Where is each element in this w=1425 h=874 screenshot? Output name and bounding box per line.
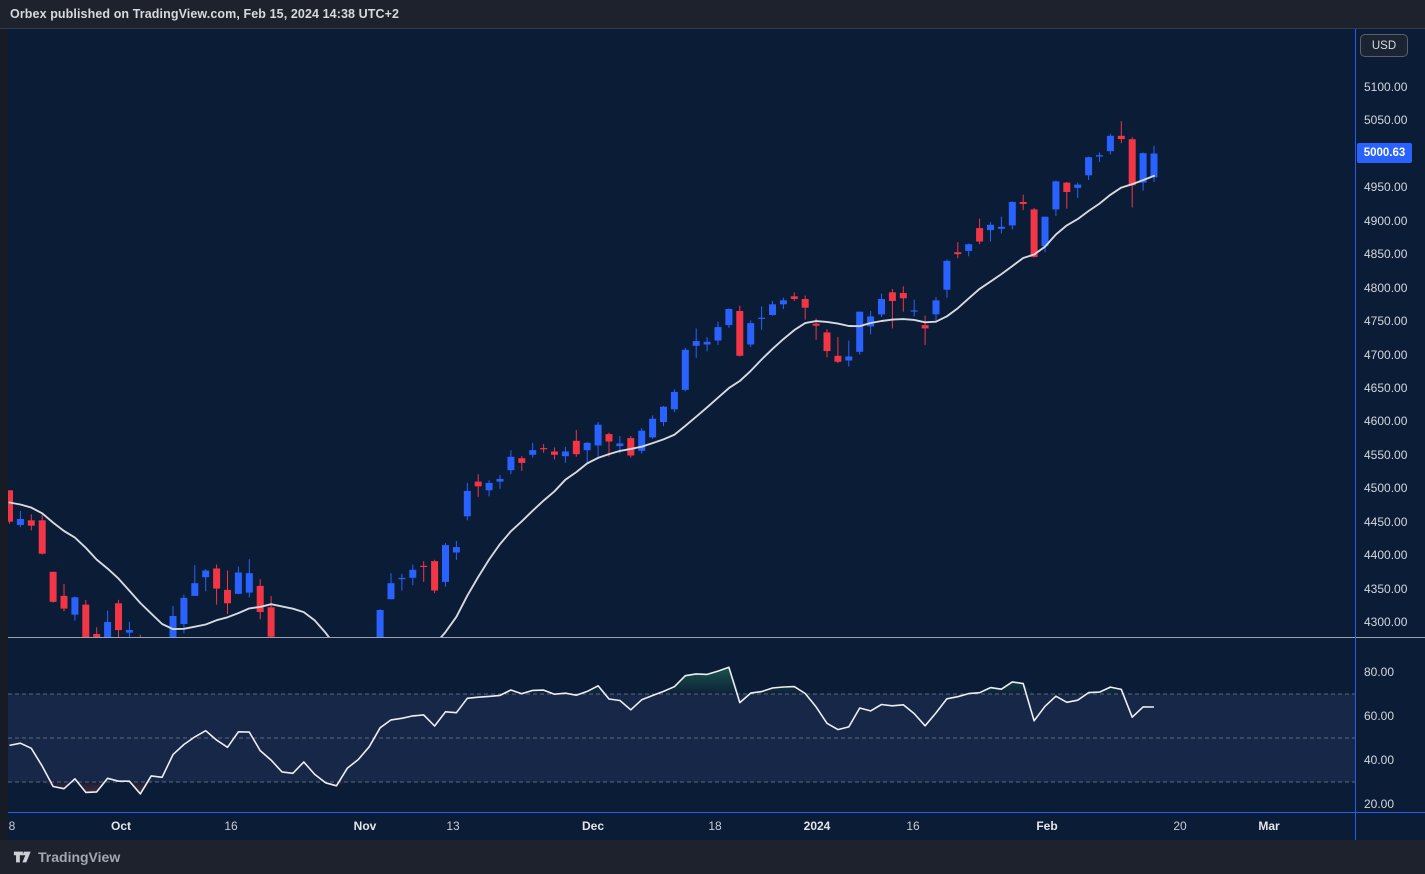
rsi-tick-label: 20.00 [1364,797,1394,811]
price-tick-label: 4450.00 [1364,515,1407,529]
rsi-overbought-fill [10,667,1155,694]
rsi-tick-label: 80.00 [1364,665,1394,679]
price-tick-label: 4650.00 [1364,381,1407,395]
time-tick-label: 13 [446,812,459,841]
footer-bar: TradingView [0,840,1425,874]
chart-area[interactable]: 5100.00 5050.00 4950.00 4900.00 4850.00 4800.… [0,28,1425,840]
price-tick-label: 5050.00 [1364,113,1407,127]
attribution-text: Orbex published on TradingView.com, Feb … [10,7,399,21]
time-tick-label: Feb [1036,812,1057,841]
currency-button[interactable]: USD [1360,34,1408,57]
last-price-badge: 5000.63 [1357,143,1412,163]
attribution-bar: Orbex published on TradingView.com, Feb … [0,0,1425,28]
price-tick-label: 4300.00 [1364,615,1407,629]
price-tick-label: 5100.00 [1364,80,1407,94]
price-tick-label: 4950.00 [1364,180,1407,194]
time-tick-label: Mar [1258,812,1279,841]
price-tick-label: 4500.00 [1364,481,1407,495]
tradingview-logo-icon[interactable] [13,848,31,866]
time-axis[interactable]: 8 Oct 16 Nov 13 Dec 18 2024 16 Feb 20 Mar [0,812,1425,841]
price-tick-label: 4550.00 [1364,448,1407,462]
candles-layer [6,121,1158,753]
rsi-oversold-fill [10,782,1155,794]
time-tick-label: 18 [708,812,721,841]
time-tick-label: Nov [354,812,377,841]
price-tick-label: 4700.00 [1364,348,1407,362]
time-tick-label: 2024 [804,812,831,841]
rsi-tick-label: 40.00 [1364,753,1394,767]
tradingview-watermark[interactable]: TradingView [38,849,120,865]
time-tick-label: 20 [1173,812,1186,841]
price-tick-label: 4600.00 [1364,414,1407,428]
time-tick-label: 16 [906,812,919,841]
price-tick-label: 4850.00 [1364,247,1407,261]
price-tick-label: 4900.00 [1364,214,1407,228]
tradingview-published-chart: Orbex published on TradingView.com, Feb … [0,0,1425,874]
price-tick-label: 4400.00 [1364,548,1407,562]
time-tick-label: Dec [582,812,604,841]
price-tick-label: 4350.00 [1364,582,1407,596]
time-tick-label: Oct [111,812,131,841]
time-tick-label: 8 [9,812,16,841]
time-tick-label: 16 [224,812,237,841]
rsi-tick-label: 60.00 [1364,709,1394,723]
price-tick-label: 4750.00 [1364,314,1407,328]
chart-canvas[interactable] [0,29,1425,841]
price-tick-label: 4800.00 [1364,281,1407,295]
